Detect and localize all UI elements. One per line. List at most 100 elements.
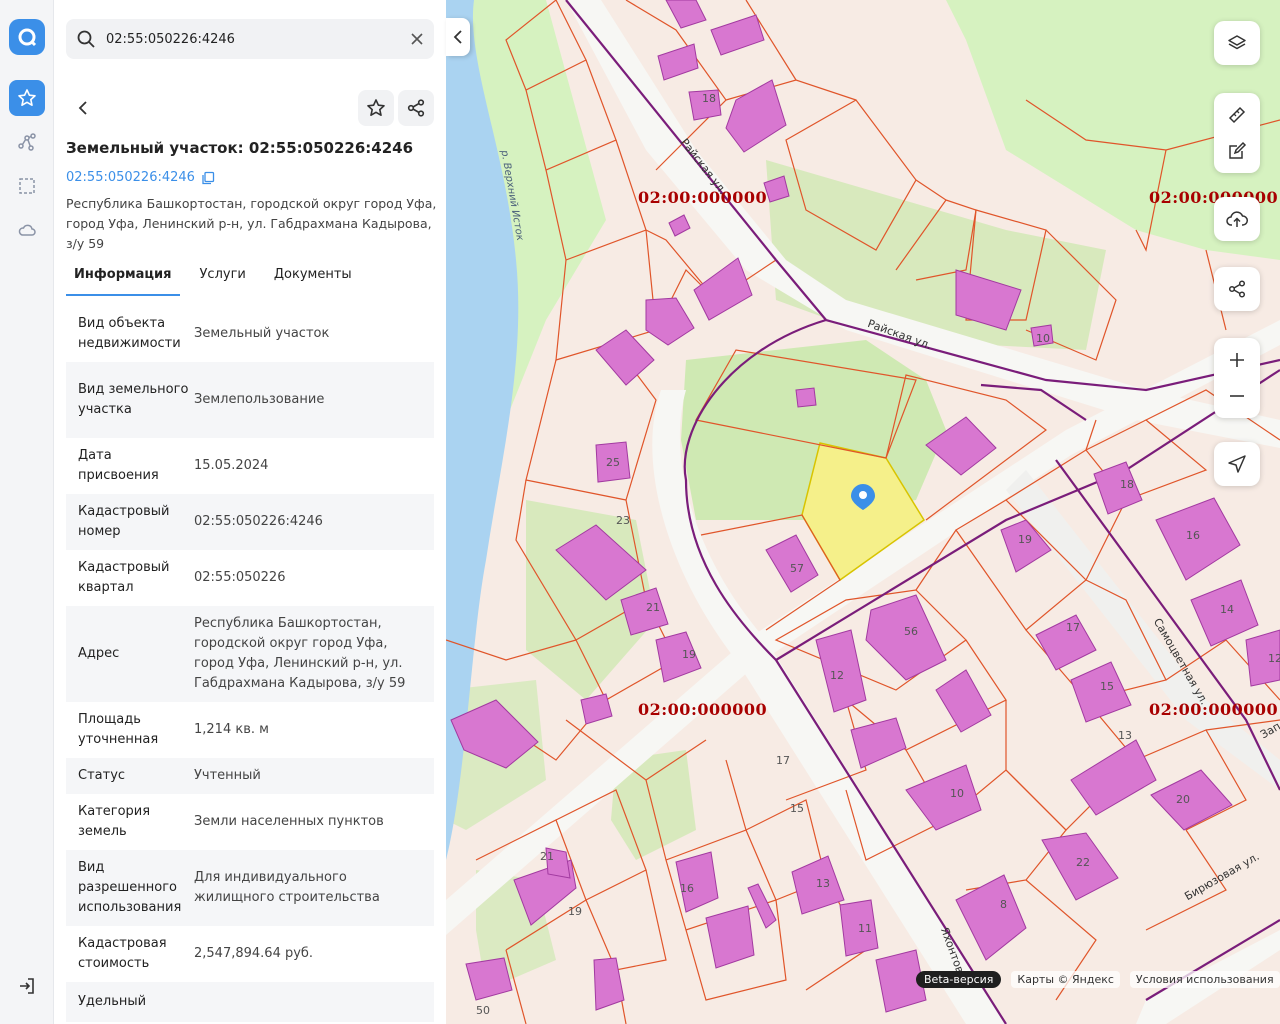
back-button[interactable] — [66, 90, 102, 126]
close-icon[interactable] — [400, 33, 434, 45]
house-number: 12 — [1268, 652, 1280, 665]
map-share-button[interactable] — [1214, 267, 1260, 311]
row-key: Дата присвоения — [78, 448, 159, 483]
select-area-button[interactable] — [9, 168, 45, 204]
house-number: 15 — [1100, 680, 1114, 693]
row-key: Адрес — [78, 646, 120, 661]
row-value: 02:55:050226 — [194, 570, 286, 585]
house-number: 13 — [1118, 729, 1132, 742]
house-number: 50 — [476, 1004, 490, 1017]
ruler-icon — [1228, 106, 1246, 124]
collapse-panel-button[interactable] — [446, 18, 470, 56]
edit-button[interactable] — [1214, 133, 1260, 169]
logout-icon — [20, 978, 34, 994]
house-number: 15 — [790, 802, 804, 815]
house-number: 56 — [904, 625, 918, 638]
chevron-left-icon — [78, 101, 87, 115]
table-row: Удельный — [66, 982, 434, 1022]
cadastral-quarter-label: 02:00:000000 — [638, 188, 768, 207]
layers-button[interactable] — [1214, 21, 1260, 65]
cadastral-number-link[interactable]: 02:55:050226:4246 — [66, 170, 215, 185]
row-value: Земельный участок — [194, 326, 330, 341]
row-value: 02:55:050226:4246 — [194, 514, 323, 529]
house-number: 10 — [1036, 332, 1050, 345]
map-canvas[interactable]: 02:00:000000 02:00:000000 02:00:000000 0… — [446, 0, 1280, 1024]
layers-icon — [1228, 35, 1246, 50]
house-number: 17 — [1066, 621, 1080, 634]
route-button[interactable] — [9, 124, 45, 160]
row-key: Кадастровый квартал — [78, 560, 170, 595]
table-row: Кадастровый квартал 02:55:050226 — [66, 550, 434, 606]
house-number: 23 — [616, 514, 630, 527]
row-key: Площадь уточненная — [78, 712, 159, 747]
tab-documents[interactable]: Документы — [266, 262, 360, 296]
table-row: Кадастровая стоимость 2,547,894.64 руб. — [66, 926, 434, 982]
cloud-button[interactable] — [9, 212, 45, 248]
locate-button[interactable] — [1214, 442, 1260, 486]
house-number: 21 — [540, 850, 554, 863]
upload-icon — [1226, 211, 1248, 227]
ruler-button[interactable] — [1214, 97, 1260, 133]
star-icon — [18, 89, 36, 106]
house-number: 20 — [1176, 793, 1190, 806]
row-key: Кадастровый номер — [78, 504, 170, 539]
table-row: Вид разрешенного использования Для индиви… — [66, 850, 434, 926]
house-number: 16 — [680, 882, 694, 895]
zoom-in-icon — [1230, 353, 1244, 367]
upload-button[interactable] — [1214, 197, 1260, 241]
terms-link[interactable]: Условия использования — [1129, 970, 1280, 988]
tab-information[interactable]: Информация — [66, 262, 180, 296]
row-value — [194, 992, 422, 1012]
copy-icon[interactable] — [201, 171, 215, 185]
share-icon — [1228, 280, 1246, 298]
search-input[interactable] — [106, 31, 400, 47]
select-area-icon — [19, 178, 35, 194]
house-number: 19 — [568, 905, 582, 918]
row-value: Землепользование — [194, 392, 325, 407]
zoom-in-button[interactable] — [1214, 342, 1260, 378]
share-icon — [407, 99, 425, 117]
map-base — [446, 0, 1280, 1024]
house-number: 25 — [606, 456, 620, 469]
zoom-group — [1214, 338, 1260, 418]
house-number: 14 — [1220, 603, 1234, 616]
table-row: Дата присвоения 15.05.2024 — [66, 438, 434, 494]
route-icon — [18, 133, 36, 151]
table-row: Кадастровый номер 02:55:050226:4246 — [66, 494, 434, 550]
share-button[interactable] — [398, 90, 434, 126]
house-number: 18 — [702, 92, 716, 105]
row-key: Категория земель — [78, 804, 151, 839]
search-bar — [66, 19, 434, 59]
row-value: 1,214 кв. м — [194, 722, 269, 737]
logout-button[interactable] — [13, 972, 41, 1000]
table-row: Категория земель Земли населенных пунктов — [66, 794, 434, 850]
row-key: Кадастровая стоимость — [78, 936, 167, 971]
tools-group — [1214, 93, 1260, 173]
house-number: 17 — [776, 754, 790, 767]
row-key: Вид разрешенного использования — [78, 860, 182, 915]
zoom-out-icon — [1230, 395, 1244, 397]
table-row: Адрес Республика Башкортостан, городской … — [66, 606, 434, 702]
house-number: 22 — [1076, 856, 1090, 869]
cadastral-quarter-label: 02:00:000000 — [638, 700, 768, 719]
house-number: 8 — [1000, 898, 1007, 911]
favorite-button[interactable] — [358, 90, 394, 126]
favorites-button[interactable] — [9, 80, 45, 116]
house-number: 19 — [682, 648, 696, 661]
house-number: 57 — [790, 562, 804, 575]
row-key: Удельный — [78, 994, 147, 1009]
tab-bar: Информация Услуги Документы — [66, 262, 436, 296]
chevron-left-icon — [453, 30, 462, 44]
maps-copyright[interactable]: Карты © Яндекс — [1011, 970, 1120, 988]
star-icon — [367, 99, 385, 116]
logo-icon[interactable] — [9, 19, 45, 55]
info-panel: Земельный участок: 02:55:050226:4246 02:… — [54, 0, 446, 1024]
zoom-out-button[interactable] — [1214, 378, 1260, 414]
tab-services[interactable]: Услуги — [192, 262, 254, 296]
cloud-icon — [18, 224, 36, 236]
locate-icon — [1228, 455, 1246, 473]
table-row: Вид земельного участка Землепользование — [66, 362, 434, 438]
row-key: Вид объекта недвижимости — [78, 316, 181, 351]
cadastral-number-text[interactable]: 02:55:050226:4246 — [66, 170, 195, 185]
map-attribution: Beta-версия Карты © Яндекс Условия испол… — [916, 970, 1280, 988]
